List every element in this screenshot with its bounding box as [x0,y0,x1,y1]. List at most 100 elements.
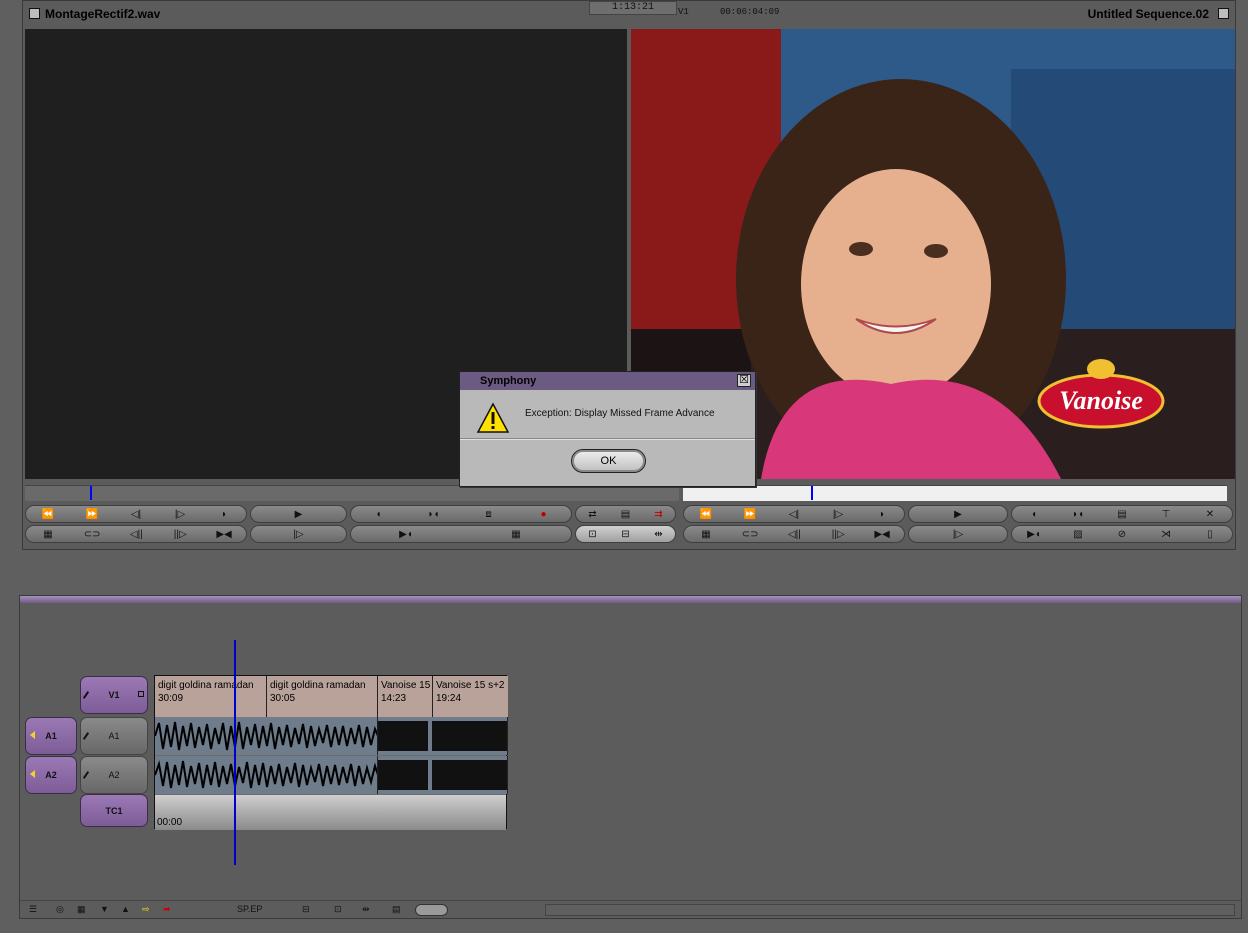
clear-marks-button[interactable]: ⧈ [481,509,497,520]
source-track-a1[interactable]: A1 [25,717,77,755]
mark-in-button[interactable]: ◖ [371,509,387,520]
source-record-view-button[interactable]: ⊡ [585,529,601,540]
video-clip[interactable]: Vanoise 15 s+2 19:24 [433,676,508,717]
record-go-to-mark-button[interactable]: ▶◀ [874,529,890,540]
record-link-button[interactable]: ⊂⊃ [742,529,759,540]
zoom-slider[interactable] [415,904,448,916]
record-misc-buttons[interactable]: ▶◖ ▨ ⊘ ⋊ ▯ [1011,525,1233,543]
clip-menu-button[interactable]: ▦ [40,529,56,540]
source-tool-buttons[interactable]: ▦ ⊂⊃ ◁|| ||▷ ▶◀ [25,525,247,543]
splice-in-button[interactable]: ⇄ [585,509,601,520]
mark-out-button[interactable]: ◗ [216,509,232,520]
source-position-bar[interactable] [25,485,679,501]
timeline-view-icon[interactable]: ▤ [392,904,401,916]
audio-clip-a2[interactable] [155,756,378,794]
track-selector-v1[interactable]: V1 [80,676,148,714]
record-play-in-out-button[interactable]: |▷ [908,525,1008,543]
step-forward-button[interactable]: |▷ [172,509,188,520]
record-step-forward-button[interactable]: |▷ [830,509,846,520]
jog-forward-button[interactable]: ||▷ [172,529,188,540]
record-position-bar[interactable] [683,485,1227,501]
edit-buttons[interactable]: ⇄ ▤ ⇉ [575,505,676,523]
yellow-segment-icon[interactable]: ⇨ [142,904,150,916]
source-nav-buttons[interactable]: ⏪ ⏩ ◁| |▷ ◗ [25,505,247,523]
source-position-indicator[interactable] [90,486,92,500]
step-back-button[interactable]: ◁| [128,509,144,520]
source-clip-icon[interactable] [29,8,40,19]
clip-view-icon[interactable]: ▦ [77,904,86,916]
overwrite-button[interactable]: ⇉ [651,509,667,520]
toggle-source-record-icon[interactable]: ⊟ [302,904,310,916]
source-play-button[interactable]: ▶ [250,505,347,523]
record-fast-forward-button[interactable]: ⏩ [742,509,758,520]
record-dot-button[interactable]: ● [536,509,552,520]
record-mark-buttons[interactable]: ◖ ◗◖ ▤ ⊤ ✕ [1011,505,1233,523]
effect-mode-icon[interactable]: ⊡ [334,904,342,916]
record-play-button[interactable]: ▶ [908,505,1008,523]
record-jog-back-button[interactable]: ◁|| [786,529,802,540]
source-transport-row-1: ⏪ ⏩ ◁| |▷ ◗ ▶ ◖ ◗◖ ⧈ ● ⇄ ▤ ⇉ [25,505,676,523]
trash-button[interactable]: ▯ [1202,529,1218,540]
dialog-close-button[interactable]: ☒ [737,374,751,387]
record-monitor-title[interactable]: Untitled Sequence.02 [1088,7,1209,21]
track-selector-a1[interactable]: A1 [80,717,148,755]
record-lift-button[interactable]: ⊤ [1158,509,1174,520]
view-buttons[interactable]: ⊡ ⊟ ⇹ [575,525,676,543]
trim-button[interactable]: ⋊ [1158,529,1174,540]
record-settings-button[interactable]: ▤ [1114,509,1130,520]
record-mark-in-button[interactable]: ◖ [1026,509,1042,520]
exception-dialog: Symphony ☒ Exception: Display Missed Fra… [459,371,756,487]
ok-button[interactable]: OK [571,449,646,473]
audio-mix-button[interactable]: ⇹ [651,529,667,540]
audio-clip-a1[interactable] [155,717,378,755]
link-button[interactable]: ⊂⊃ [84,529,101,540]
raise-icon[interactable]: ▲ [121,904,130,916]
target-icon[interactable]: ◎ [56,904,64,916]
match-frame-button[interactable]: ▤ [618,509,634,520]
audio-tool-icon[interactable]: ⇹ [362,904,370,916]
record-extract-button[interactable]: ✕ [1202,509,1218,520]
record-position-indicator[interactable] [811,486,813,500]
record-jog-forward-button[interactable]: ||▷ [830,529,846,540]
track-selector-tc1[interactable]: TC1 [80,794,148,827]
render-button[interactable]: ▨ [1070,529,1086,540]
source-track-a2[interactable]: A2 [25,756,77,794]
record-clip-menu-button[interactable]: ▦ [698,529,714,540]
video-clip[interactable]: digit goldina ramadan 30:09 [155,676,267,717]
video-clip[interactable]: Vanoise 15 14:23 [378,676,433,717]
subclip-button[interactable]: ▦ [508,529,524,540]
red-segment-icon[interactable]: ➡ [163,904,171,916]
record-step-back-button[interactable]: ◁| [786,509,802,520]
record-rewind-button[interactable]: ⏪ [698,509,714,520]
source-misc-buttons[interactable]: ▶◖ ▦ [350,525,572,543]
timeline-position-indicator[interactable] [234,640,236,865]
record-tool-buttons[interactable]: ▦ ⊂⊃ ◁|| ||▷ ▶◀ [683,525,905,543]
effect-view-button[interactable]: ⊟ [618,529,634,540]
fast-menu-icon[interactable]: ☰ [29,904,37,916]
spep-label[interactable]: SP.EP [237,904,262,914]
source-mark-buttons[interactable]: ◖ ◗◖ ⧈ ● [350,505,572,523]
horizontal-scrollbar[interactable] [545,904,1235,916]
record-nav-buttons[interactable]: ⏪ ⏩ ◁| |▷ ◗ [683,505,905,523]
source-monitor-title[interactable]: MontageRectif2.wav [45,7,160,21]
video-clip[interactable]: digit goldina ramadan 30:05 [267,676,378,717]
lower-icon[interactable]: ▼ [100,904,109,916]
timeline-title-bar[interactable] [20,596,1241,603]
record-mark-clip-button[interactable]: ◗◖ [1070,509,1086,520]
record-go-to-in-button[interactable]: ▶◖ [1026,529,1042,540]
mark-clip-button[interactable]: ◗◖ [426,509,442,520]
audio-clip-a2[interactable] [378,756,508,794]
sequence-icon[interactable] [1218,8,1229,19]
record-mark-out-button[interactable]: ◗ [874,509,890,520]
source-play-in-out-button[interactable]: |▷ [250,525,347,543]
track-selector-a2[interactable]: A2 [80,756,148,794]
fast-forward-button[interactable]: ⏩ [84,509,100,520]
audio-clip-a1[interactable] [378,717,508,755]
video-monitor-icon[interactable] [138,691,144,697]
rewind-button[interactable]: ⏪ [40,509,56,520]
sequence-tracks[interactable]: digit goldina ramadan 30:09 digit goldin… [154,675,508,830]
jog-back-button[interactable]: ◁|| [128,529,144,540]
disable-button[interactable]: ⊘ [1114,529,1130,540]
go-to-mark-button[interactable]: ▶◀ [216,529,232,540]
go-to-in-button[interactable]: ▶◖ [398,529,414,540]
